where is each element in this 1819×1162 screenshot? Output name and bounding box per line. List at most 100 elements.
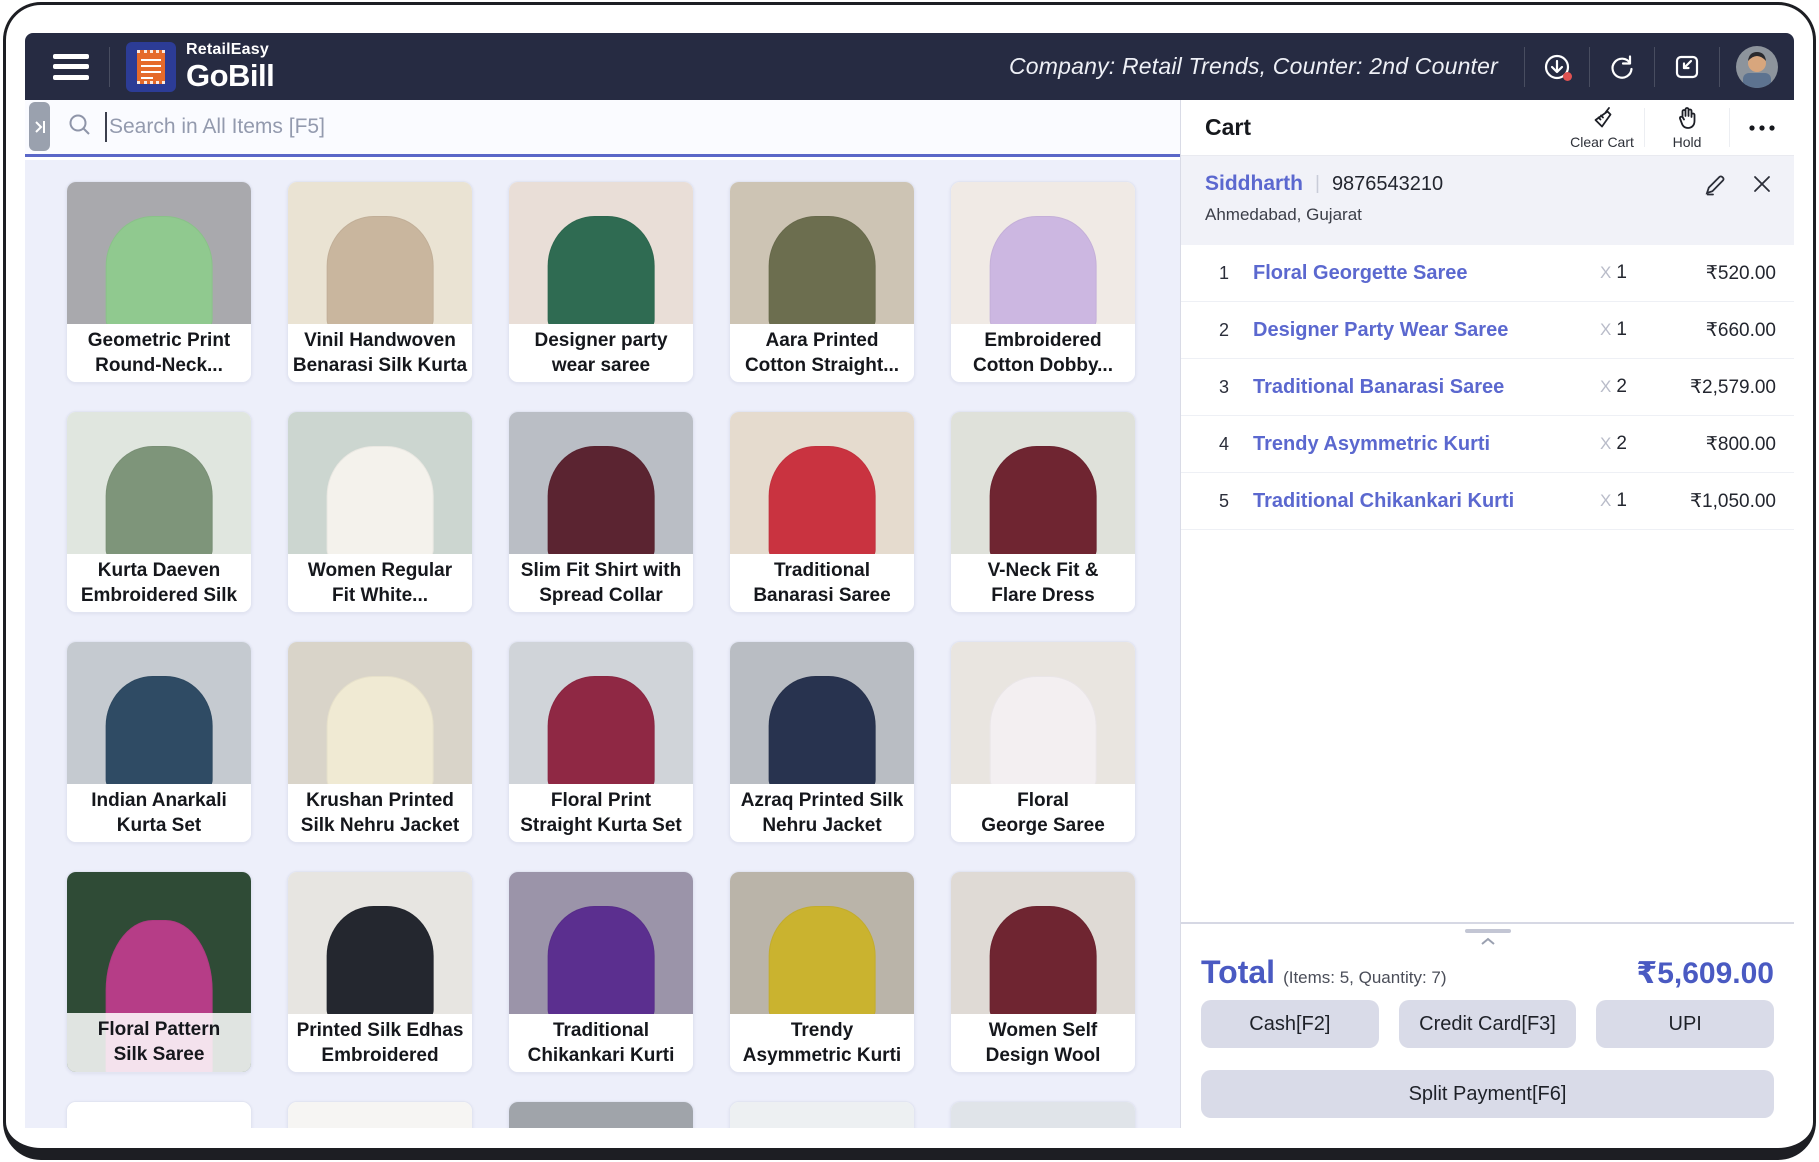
garment-shape <box>769 676 876 784</box>
total-label: Total <box>1201 954 1275 991</box>
search-input[interactable] <box>109 115 1180 139</box>
product-card[interactable]: Geometric PrintRound-Neck... <box>66 181 252 383</box>
product-name: Aara PrintedCotton Straight... <box>730 324 914 383</box>
product-card[interactable] <box>508 1101 694 1128</box>
item-name-link[interactable]: Floral Georgette Saree <box>1253 262 1600 285</box>
update-badge <box>1563 72 1572 81</box>
product-image <box>730 1102 914 1128</box>
exit-fullscreen-icon[interactable] <box>1655 33 1719 100</box>
customer-phone: 9876543210 <box>1332 173 1443 196</box>
product-card[interactable]: Kurta DaevenEmbroidered Silk <box>66 411 252 613</box>
total-row: Total (Items: 5, Quantity: 7) ₹5,609.00 <box>1201 954 1774 991</box>
product-image <box>730 412 914 554</box>
product-card[interactable]: EmbroideredCotton Dobby... <box>950 181 1136 383</box>
garment-shape <box>106 446 213 554</box>
product-image <box>730 872 914 1014</box>
item-price: ₹520.00 <box>1658 262 1776 285</box>
cart-item-row[interactable]: 4 Trendy Asymmetric Kurti X2 ₹800.00 <box>1181 416 1794 473</box>
customer-name-link[interactable]: Siddharth <box>1205 172 1303 196</box>
product-card[interactable] <box>729 1101 915 1128</box>
product-image <box>67 1102 251 1128</box>
product-card[interactable]: Azraq Printed SilkNehru Jacket <box>729 641 915 843</box>
product-image <box>951 182 1135 324</box>
garment-shape <box>327 906 434 1014</box>
product-card[interactable]: V-Neck Fit &Flare Dress <box>950 411 1136 613</box>
product-name: FloralGeorge Saree <box>951 784 1135 843</box>
product-card[interactable]: Indian AnarkaliKurta Set <box>66 641 252 843</box>
total-amount: ₹5,609.00 <box>1636 956 1774 991</box>
item-number: 4 <box>1219 434 1253 455</box>
product-card[interactable]: TrendyAsymmetric Kurti <box>729 871 915 1073</box>
total-meta: (Items: 5, Quantity: 7) <box>1283 968 1446 988</box>
broom-icon <box>1589 105 1615 131</box>
sidebar-expand-button[interactable] <box>29 102 50 151</box>
hold-label: Hold <box>1673 134 1702 150</box>
product-image <box>67 412 251 554</box>
hold-button[interactable]: Hold <box>1645 100 1729 155</box>
logo-badge <box>126 42 176 92</box>
product-card[interactable]: Aara PrintedCotton Straight... <box>729 181 915 383</box>
cart-item-row[interactable]: 3 Traditional Banarasi Saree X2 ₹2,579.0… <box>1181 359 1794 416</box>
upi-button[interactable]: UPI <box>1596 1000 1774 1048</box>
product-card[interactable]: FloralGeorge Saree <box>950 641 1136 843</box>
item-quantity: X1 <box>1600 262 1658 284</box>
cart-actions: Clear Cart Hold <box>1560 100 1794 155</box>
cart-footer: Total (Items: 5, Quantity: 7) ₹5,609.00 … <box>1181 922 1794 1128</box>
brand-top: RetailEasy <box>186 42 274 58</box>
product-name: TraditionalChikankari Kurti <box>509 1014 693 1073</box>
product-card[interactable]: Floral PatternSilk Saree <box>66 871 252 1073</box>
navbar-right: Company: Retail Trends, Counter: 2nd Cou… <box>1009 33 1794 100</box>
menu-icon[interactable] <box>53 54 89 80</box>
product-card[interactable]: Women RegularFit White... <box>287 411 473 613</box>
product-card[interactable]: TraditionalChikankari Kurti <box>508 871 694 1073</box>
brand-logo[interactable]: RetailEasy GoBill <box>126 42 274 92</box>
garment-shape <box>548 446 655 554</box>
product-name: Floral PatternSilk Saree <box>67 1013 251 1072</box>
item-number: 2 <box>1219 320 1253 341</box>
product-card[interactable] <box>287 1101 473 1128</box>
customer-address: Ahmedabad, Gujarat <box>1205 205 1770 225</box>
product-card[interactable]: Designer partywear saree <box>508 181 694 383</box>
cash-button[interactable]: Cash[F2] <box>1201 1000 1379 1048</box>
split-payment-button[interactable]: Split Payment[F6] <box>1201 1070 1774 1118</box>
handle-bar <box>1465 929 1511 933</box>
more-options-icon[interactable] <box>1730 100 1794 155</box>
item-quantity: X1 <box>1600 490 1658 512</box>
brand-text: RetailEasy GoBill <box>186 42 274 91</box>
customer-section: Siddharth | 9876543210 Ahmedabad, Gujara… <box>1181 156 1794 245</box>
clear-cart-button[interactable]: Clear Cart <box>1560 100 1644 155</box>
product-card[interactable] <box>950 1101 1136 1128</box>
product-card[interactable] <box>66 1101 252 1128</box>
item-name-link[interactable]: Trendy Asymmetric Kurti <box>1253 433 1600 456</box>
product-card[interactable]: Floral PrintStraight Kurta Set <box>508 641 694 843</box>
product-name: Azraq Printed SilkNehru Jacket <box>730 784 914 843</box>
item-name-link[interactable]: Traditional Chikankari Kurti <box>1253 490 1600 513</box>
garment-shape <box>327 446 434 554</box>
credit-card-button[interactable]: Credit Card[F3] <box>1399 1000 1577 1048</box>
cart-item-row[interactable]: 5 Traditional Chikankari Kurti X1 ₹1,050… <box>1181 473 1794 530</box>
cart-item-row[interactable]: 1 Floral Georgette Saree X1 ₹520.00 <box>1181 245 1794 302</box>
item-quantity: X2 <box>1600 433 1658 455</box>
product-card[interactable]: TraditionalBanarasi Saree <box>729 411 915 613</box>
product-image <box>67 642 251 784</box>
product-name: Kurta DaevenEmbroidered Silk <box>67 554 251 613</box>
cart-item-row[interactable]: 2 Designer Party Wear Saree X1 ₹660.00 <box>1181 302 1794 359</box>
close-customer-icon[interactable] <box>1752 174 1772 201</box>
item-name-link[interactable]: Traditional Banarasi Saree <box>1253 376 1600 399</box>
user-avatar[interactable] <box>1720 33 1794 100</box>
product-image <box>67 182 251 324</box>
product-card[interactable]: Printed Silk EdhasEmbroidered <box>287 871 473 1073</box>
product-card[interactable]: Slim Fit Shirt withSpread Collar <box>508 411 694 613</box>
download-update-icon[interactable] <box>1525 33 1589 100</box>
edit-customer-icon[interactable] <box>1704 174 1726 201</box>
item-name-link[interactable]: Designer Party Wear Saree <box>1253 319 1600 342</box>
product-card[interactable]: Women SelfDesign Wool <box>950 871 1136 1073</box>
collapse-handle[interactable] <box>1465 929 1511 951</box>
customer-line: Siddharth | 9876543210 <box>1205 172 1770 196</box>
product-image <box>509 182 693 324</box>
product-card[interactable]: Vinil HandwovenBenarasi Silk Kurta <box>287 181 473 383</box>
product-name: Geometric PrintRound-Neck... <box>67 324 251 383</box>
product-card[interactable]: Krushan PrintedSilk Nehru Jacket <box>287 641 473 843</box>
sync-icon[interactable] <box>1590 33 1654 100</box>
product-name: EmbroideredCotton Dobby... <box>951 324 1135 383</box>
